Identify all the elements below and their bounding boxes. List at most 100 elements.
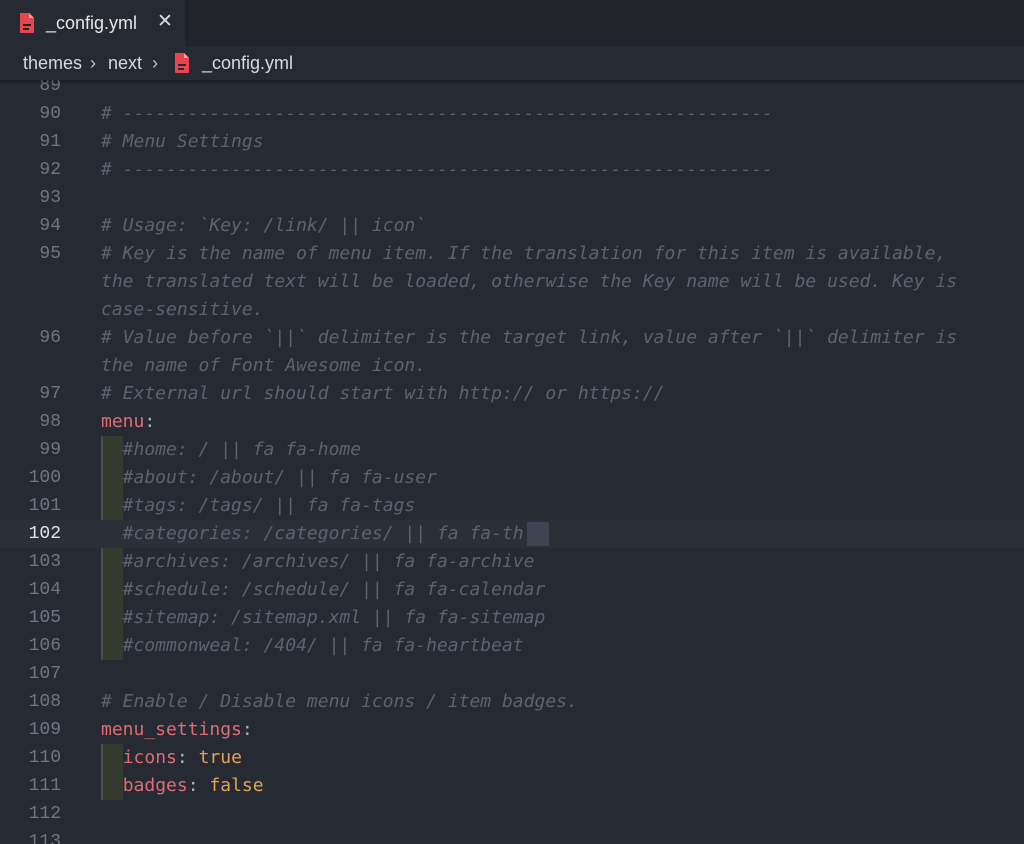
token-punct bbox=[101, 775, 123, 796]
code-line[interactable]: 89 bbox=[0, 80, 1024, 100]
tab-config-yml[interactable]: _config.yml ✕ bbox=[0, 0, 187, 46]
line-number: 113 bbox=[28, 832, 61, 844]
token-bool: false bbox=[209, 775, 264, 796]
token-key: menu bbox=[101, 411, 145, 432]
code-text: # --------------------------------------… bbox=[101, 156, 773, 184]
token-comment: the name of Font Awesome icon. bbox=[101, 355, 427, 376]
code-line[interactable]: the translated text will be loaded, othe… bbox=[0, 268, 1024, 296]
code-text: icons: true bbox=[101, 744, 242, 772]
code-line[interactable]: 105 #sitemap: /sitemap.xml || fa fa-site… bbox=[0, 604, 1024, 632]
code-text: # Usage: `Key: /link/ || icon` bbox=[101, 212, 426, 240]
code-line[interactable]: 101 #tags: /tags/ || fa fa-tags bbox=[0, 492, 1024, 520]
line-number: 96 bbox=[39, 328, 61, 348]
code-text: #commonweal: /404/ || fa fa-heartbeat bbox=[101, 632, 524, 660]
line-number: 100 bbox=[28, 468, 61, 488]
token-punct: : bbox=[241, 719, 253, 740]
code-line[interactable]: 92 # ------------------------------------… bbox=[0, 156, 1024, 184]
close-icon[interactable]: ✕ bbox=[156, 11, 174, 33]
line-number: 104 bbox=[28, 580, 61, 600]
token-comment: the translated text will be loaded, othe… bbox=[101, 271, 958, 292]
code-line[interactable]: 109 menu_settings: bbox=[0, 716, 1024, 744]
line-number: 91 bbox=[39, 132, 61, 152]
token-comment: # --------------------------------------… bbox=[101, 103, 773, 124]
code-line[interactable]: case-sensitive. bbox=[0, 296, 1024, 324]
token-comment: # Enable / Disable menu icons / item bad… bbox=[101, 691, 578, 712]
line-number: 106 bbox=[28, 636, 61, 656]
line-number: 97 bbox=[39, 384, 61, 404]
code-line[interactable]: 111 badges: false bbox=[0, 772, 1024, 800]
token-key: icons bbox=[122, 747, 177, 768]
tab-bar: _config.yml ✕ bbox=[0, 0, 1024, 46]
code-text: badges: false bbox=[101, 772, 264, 800]
code-line[interactable]: 90 # ------------------------------------… bbox=[0, 100, 1024, 128]
token-comment: #sitemap: /sitemap.xml || fa fa-sitemap bbox=[101, 607, 546, 628]
token-punct bbox=[101, 747, 123, 768]
code-text: # External url should start with http://… bbox=[101, 380, 665, 408]
token-comment: # Value before `||` delimiter is the tar… bbox=[101, 327, 958, 348]
code-text: #sitemap: /sitemap.xml || fa fa-sitemap bbox=[101, 604, 546, 632]
code-line[interactable]: 102 #categories: /categories/ || fa fa-t… bbox=[0, 520, 1024, 548]
token-comment: #commonweal: /404/ || fa fa-heartbeat bbox=[101, 635, 524, 656]
code-line[interactable]: 112 bbox=[0, 800, 1024, 828]
code-text: case-sensitive. bbox=[101, 296, 264, 324]
code-line[interactable]: 97 # External url should start with http:… bbox=[0, 380, 1024, 408]
token-comment: #archives: /archives/ || fa fa-archive bbox=[101, 551, 535, 572]
token-comment: # External url should start with http://… bbox=[101, 383, 665, 404]
token-comment: #home: / || fa fa-home bbox=[101, 439, 362, 460]
code-line[interactable]: 95 # Key is the name of menu item. If the… bbox=[0, 240, 1024, 268]
code-text: #archives: /archives/ || fa fa-archive bbox=[101, 548, 535, 576]
line-number: 110 bbox=[28, 748, 61, 768]
token-comment: # Menu Settings bbox=[101, 131, 264, 152]
tab-label: _config.yml bbox=[46, 13, 138, 33]
code-line[interactable]: 98 menu: bbox=[0, 408, 1024, 436]
token-punct: : bbox=[176, 747, 199, 768]
code-text: #tags: /tags/ || fa fa-tags bbox=[101, 492, 416, 520]
code-line[interactable]: 100 #about: /about/ || fa fa-user bbox=[0, 464, 1024, 492]
breadcrumb: themes › next › _config.yml bbox=[0, 46, 1024, 80]
token-key: badges bbox=[122, 775, 188, 796]
code-line[interactable]: 96 # Value before `||` delimiter is the t… bbox=[0, 324, 1024, 352]
token-key: menu_settings bbox=[101, 719, 242, 740]
token-bool: true bbox=[198, 747, 242, 768]
line-number: 99 bbox=[39, 440, 61, 460]
code-line[interactable]: 94 # Usage: `Key: /link/ || icon` bbox=[0, 212, 1024, 240]
line-number: 92 bbox=[39, 160, 61, 180]
code-text: # Menu Settings bbox=[101, 128, 264, 156]
code-line[interactable]: 104 #schedule: /schedule/ || fa fa-calen… bbox=[0, 576, 1024, 604]
code-line[interactable]: 106 #commonweal: /404/ || fa fa-heartbea… bbox=[0, 632, 1024, 660]
code-line[interactable]: 108 # Enable / Disable menu icons / item … bbox=[0, 688, 1024, 716]
code-text: #schedule: /schedule/ || fa fa-calendar bbox=[101, 576, 546, 604]
line-number: 107 bbox=[28, 664, 61, 684]
breadcrumb-item-config-yml[interactable]: _config.yml bbox=[202, 52, 293, 74]
line-number: 101 bbox=[28, 496, 61, 516]
line-number: 95 bbox=[39, 244, 61, 264]
code-line[interactable]: 99 #home: / || fa fa-home bbox=[0, 436, 1024, 464]
code-text: # Enable / Disable menu icons / item bad… bbox=[101, 688, 578, 716]
code-line[interactable]: 113 bbox=[0, 828, 1024, 844]
line-number: 98 bbox=[39, 412, 61, 432]
code-line[interactable]: 110 icons: true bbox=[0, 744, 1024, 772]
file-icon bbox=[18, 12, 36, 39]
token-punct: : bbox=[144, 411, 156, 432]
line-number: 103 bbox=[28, 552, 61, 572]
code-text: the translated text will be loaded, othe… bbox=[101, 268, 957, 296]
line-number: 112 bbox=[28, 804, 61, 824]
breadcrumb-item-themes[interactable]: themes bbox=[23, 52, 82, 74]
token-punct: : bbox=[187, 775, 210, 796]
code-text: # --------------------------------------… bbox=[101, 100, 773, 128]
code-line[interactable]: 103 #archives: /archives/ || fa fa-archi… bbox=[0, 548, 1024, 576]
token-comment: case-sensitive. bbox=[101, 299, 264, 320]
line-number: 102 bbox=[28, 524, 61, 544]
code-editor[interactable]: 89 90 # ----------------------------------… bbox=[0, 80, 1024, 844]
line-number: 111 bbox=[28, 776, 61, 796]
token-comment: #categories: /categories/ || fa fa-th bbox=[101, 523, 524, 544]
line-number: 109 bbox=[28, 720, 61, 740]
code-line[interactable]: the name of Font Awesome icon. bbox=[0, 352, 1024, 380]
code-line[interactable]: 107 bbox=[0, 660, 1024, 688]
breadcrumb-item-next[interactable]: next bbox=[108, 52, 142, 74]
line-number: 93 bbox=[39, 188, 61, 208]
code-line[interactable]: 91 # Menu Settings bbox=[0, 128, 1024, 156]
code-line[interactable]: 93 bbox=[0, 184, 1024, 212]
token-comment: # Key is the name of menu item. If the t… bbox=[101, 243, 947, 264]
line-number: 108 bbox=[28, 692, 61, 712]
